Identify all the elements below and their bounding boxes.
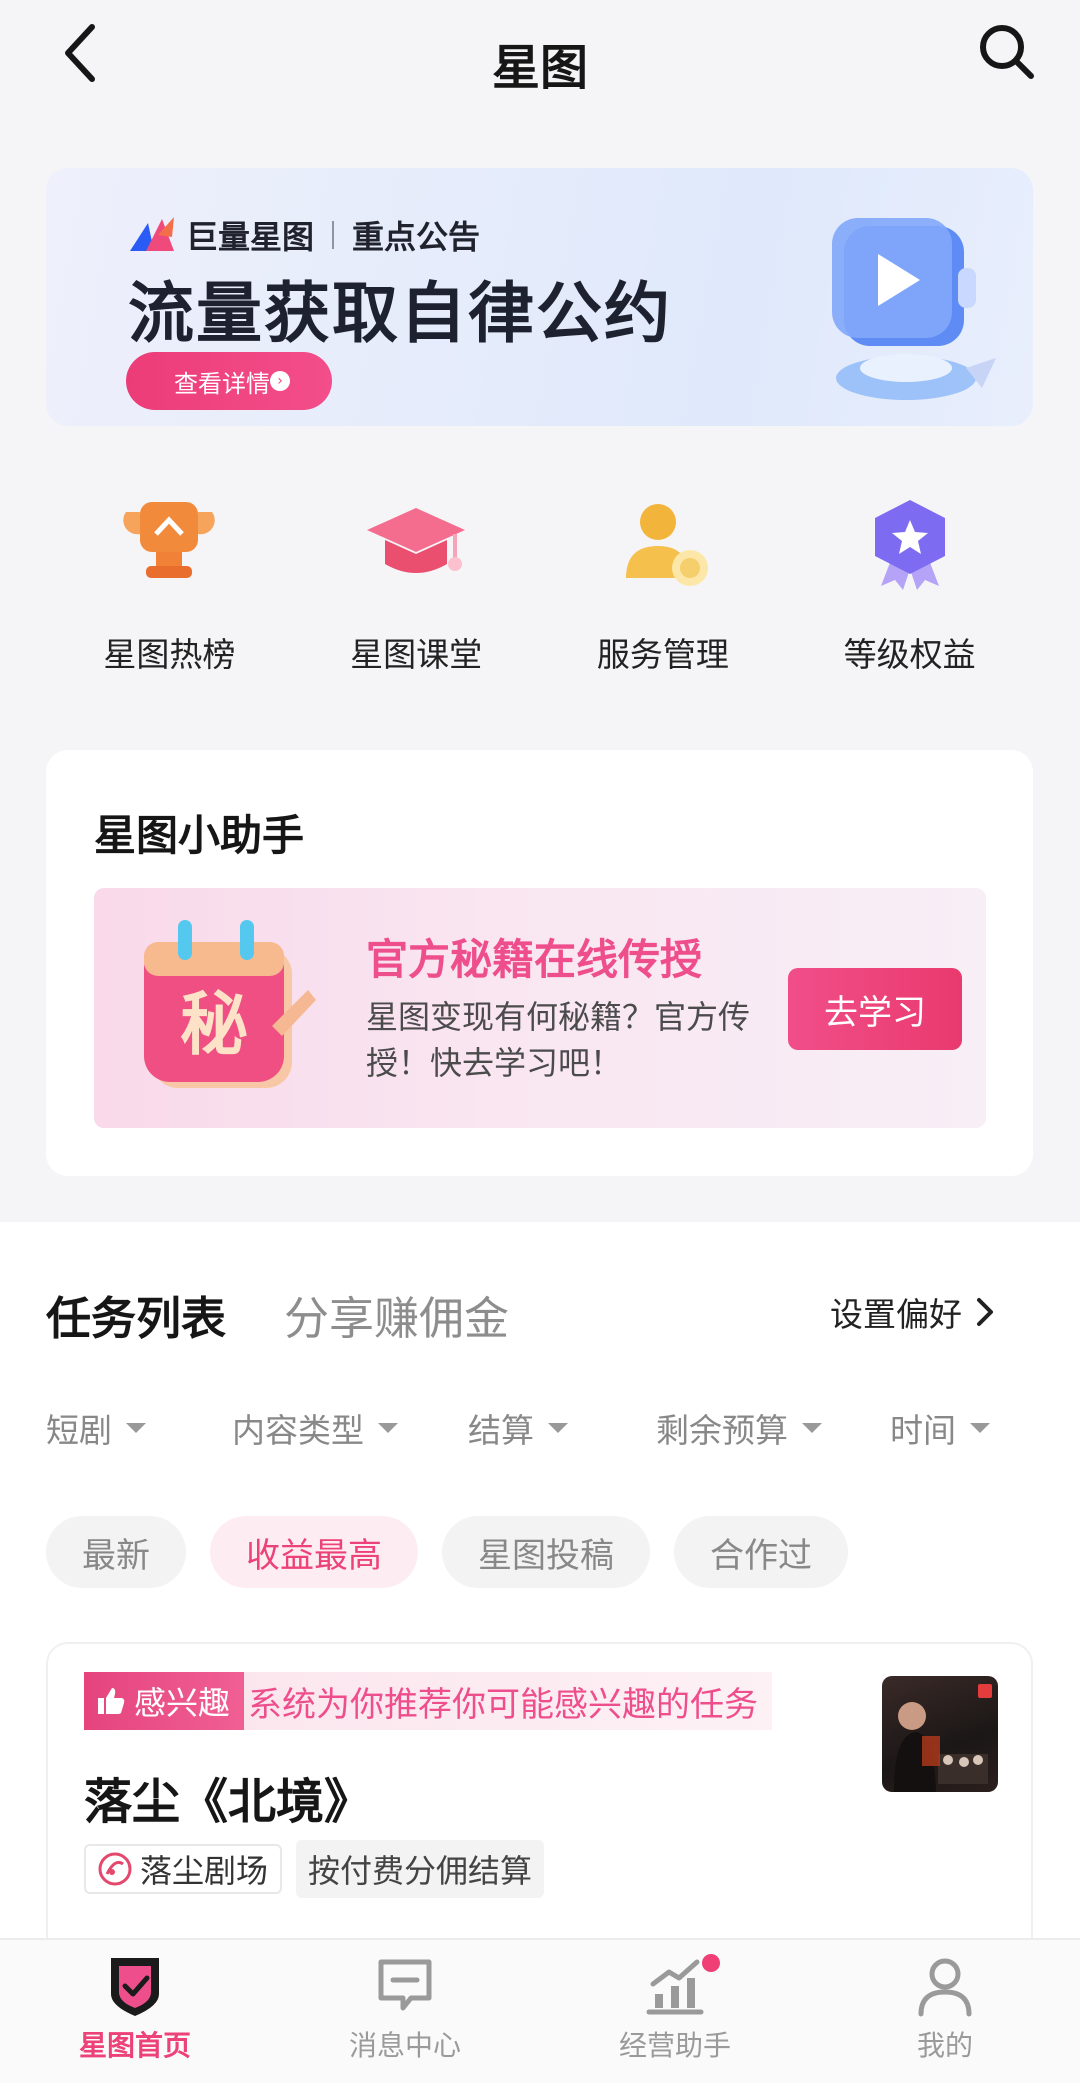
interest-tag: 感兴趣 bbox=[84, 1672, 245, 1730]
quick-entry-label: 星图课堂 bbox=[350, 635, 483, 674]
quick-entry-classroom[interactable]: 星图课堂 bbox=[293, 490, 540, 710]
tabbar-business-assistant[interactable]: 经营助手 bbox=[540, 1940, 810, 2083]
chip-highest-earnings[interactable]: 收益最高 bbox=[210, 1516, 418, 1588]
task-tags: 落尘剧场 按付费分佣结算 bbox=[84, 1840, 545, 1898]
task-title: 落尘《北境》 bbox=[84, 1774, 373, 1830]
shield-check-icon bbox=[111, 1958, 159, 2016]
bottom-tab-bar: 星图首页 消息中心 经营助手 我的 bbox=[0, 1938, 1080, 2083]
banner-headline: 流量获取自律公约 bbox=[128, 275, 672, 352]
tabbar-label: 星图首页 bbox=[78, 2029, 191, 2062]
quick-entry-service-management[interactable]: 服务管理 bbox=[540, 490, 787, 710]
tabbar-label: 消息中心 bbox=[348, 2029, 461, 2062]
filter-bar: 短剧 内容类型 结算 剩余预算 时间 bbox=[46, 1404, 1046, 1454]
caret-down-icon bbox=[970, 1423, 990, 1433]
caret-down-icon bbox=[126, 1423, 146, 1433]
chip-cooperated[interactable]: 合作过 bbox=[674, 1516, 848, 1588]
secret-calendar-icon: 秘 bbox=[144, 920, 316, 1088]
sort-chips: 最新 收益最高 星图投稿 合作过 bbox=[46, 1516, 872, 1588]
brand-divider bbox=[332, 221, 335, 249]
search-icon bbox=[980, 25, 1034, 79]
user-icon bbox=[918, 1958, 972, 2017]
banner-brand-name: 巨量星图 bbox=[186, 218, 315, 256]
tabbar-label: 我的 bbox=[916, 2029, 973, 2062]
tab-share-commission[interactable]: 分享赚佣金 bbox=[284, 1282, 509, 1347]
graduation-cap-icon bbox=[367, 508, 466, 573]
task-thumbnail bbox=[882, 1676, 998, 1792]
caret-down-icon bbox=[378, 1423, 398, 1433]
interest-text: 系统为你推荐你可能感兴趣的任务 bbox=[248, 1684, 759, 1725]
promo-description: 星图变现有何秘籍？官方传授！快去学习吧！ bbox=[366, 998, 751, 1082]
chevron-right-icon bbox=[977, 1298, 993, 1326]
filter-short-drama[interactable]: 短剧 bbox=[46, 1404, 146, 1452]
page-title: 星图 bbox=[491, 40, 588, 96]
chip-latest[interactable]: 最新 bbox=[46, 1516, 186, 1588]
tab-task-list[interactable]: 任务列表 bbox=[46, 1282, 226, 1347]
banner-brand: 巨量星图 重点公告 bbox=[128, 212, 480, 258]
theater-logo-icon bbox=[98, 1852, 132, 1886]
chevron-right-icon: › bbox=[270, 371, 290, 391]
preference-label: 设置偏好 bbox=[830, 1295, 962, 1334]
filter-content-type[interactable]: 内容类型 bbox=[232, 1404, 398, 1452]
go-learn-button[interactable]: 去学习 bbox=[788, 968, 962, 1050]
person-coin-icon bbox=[625, 504, 708, 586]
filter-label: 短剧 bbox=[46, 1411, 112, 1450]
source-name: 落尘剧场 bbox=[140, 1852, 269, 1890]
quick-entry-label: 服务管理 bbox=[596, 635, 729, 674]
interest-banner: 感兴趣 系统为你推荐你可能感兴趣的任务 bbox=[84, 1672, 773, 1730]
filter-remaining-budget[interactable]: 剩余预算 bbox=[656, 1404, 822, 1452]
settlement-tag: 按付费分佣结算 bbox=[296, 1840, 545, 1898]
source-tag: 落尘剧场 bbox=[84, 1844, 283, 1894]
trophy-icon bbox=[123, 502, 216, 578]
filter-settlement[interactable]: 结算 bbox=[468, 1404, 568, 1452]
tabbar-home[interactable]: 星图首页 bbox=[0, 1940, 270, 2083]
filter-label: 内容类型 bbox=[232, 1411, 364, 1450]
filter-label: 剩余预算 bbox=[656, 1411, 788, 1450]
chart-icon bbox=[646, 1959, 704, 2015]
medal-star-icon bbox=[874, 500, 945, 590]
quick-entry-label: 等级权益 bbox=[843, 635, 976, 674]
tabbar-messages[interactable]: 消息中心 bbox=[270, 1940, 540, 2083]
interest-tag-label: 感兴趣 bbox=[134, 1684, 231, 1722]
tabbar-label: 经营助手 bbox=[618, 2029, 731, 2062]
quick-entries: 星图热榜 星图课堂 服务管理 等级权益 bbox=[46, 490, 1033, 710]
assistant-card: 星图小助手 秘 官方秘籍在线传授 星图变现有何秘籍？官方传授！快去学习吧！ 去学… bbox=[46, 750, 1033, 1176]
video-play-illustration-icon bbox=[832, 218, 996, 400]
quick-entry-label: 星图热榜 bbox=[103, 635, 236, 674]
search-button[interactable] bbox=[975, 20, 1039, 84]
filter-label: 结算 bbox=[468, 1411, 534, 1450]
task-section: 任务列表 分享赚佣金 设置偏好 短剧 内容类型 结算 剩余预算 时间 最新 收益… bbox=[0, 1222, 1080, 2002]
quick-entry-hot-list[interactable]: 星图热榜 bbox=[46, 490, 293, 710]
assistant-promo[interactable]: 秘 官方秘籍在线传授 星图变现有何秘籍？官方传授！快去学习吧！ 去学习 bbox=[94, 888, 986, 1128]
thumbs-up-icon bbox=[98, 1688, 125, 1714]
notification-dot bbox=[702, 1954, 720, 1972]
filter-label: 时间 bbox=[890, 1411, 956, 1450]
chip-xingtu-submission[interactable]: 星图投稿 bbox=[442, 1516, 650, 1588]
quick-entry-level-benefits[interactable]: 等级权益 bbox=[786, 490, 1033, 710]
task-tabs: 任务列表 分享赚佣金 bbox=[46, 1282, 567, 1347]
filter-time[interactable]: 时间 bbox=[890, 1404, 990, 1452]
svg-text:秘: 秘 bbox=[180, 986, 248, 1065]
xingtu-logo-icon bbox=[130, 217, 174, 251]
promo-title: 官方秘籍在线传授 bbox=[366, 935, 703, 984]
drama-poster-icon bbox=[894, 1684, 992, 1792]
view-details-label: 查看详情 bbox=[174, 369, 270, 398]
announcement-banner[interactable]: 巨量星图 重点公告 流量获取自律公约 查看详情 › bbox=[46, 168, 1033, 426]
view-details-button[interactable]: 查看详情 › bbox=[126, 352, 332, 410]
caret-down-icon bbox=[548, 1423, 568, 1433]
top-bar: 星图 bbox=[0, 0, 1080, 115]
message-icon bbox=[378, 1959, 432, 2011]
preference-settings-link[interactable]: 设置偏好 bbox=[830, 1288, 994, 1336]
assistant-title: 星图小助手 bbox=[94, 811, 305, 860]
banner-tag: 重点公告 bbox=[352, 218, 481, 256]
caret-down-icon bbox=[802, 1423, 822, 1433]
tabbar-profile[interactable]: 我的 bbox=[810, 1940, 1080, 2083]
